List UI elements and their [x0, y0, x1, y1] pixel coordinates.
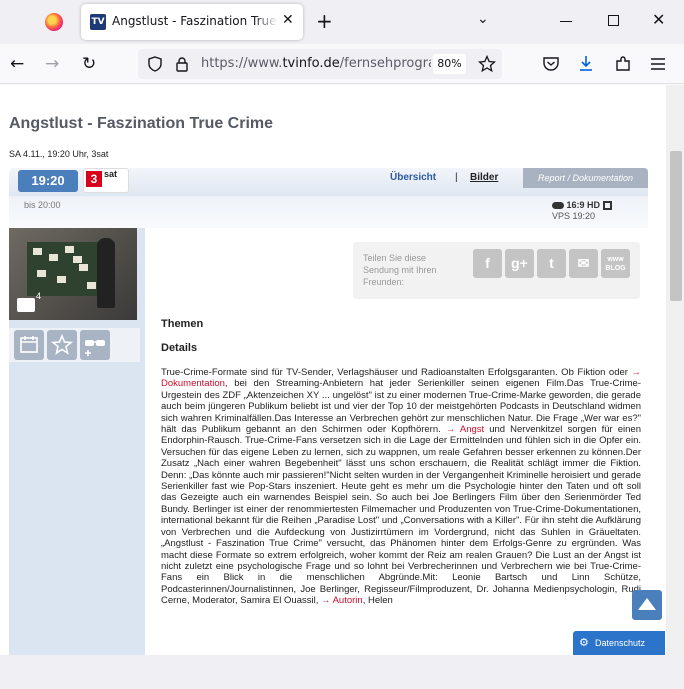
zoom-indicator[interactable]: 80% [433, 54, 466, 74]
maximize-icon[interactable] [608, 15, 619, 26]
program-details: Teilen Sie diese Sendung mit Ihren Freun… [145, 228, 648, 655]
channel-logo[interactable]: 3 sat [83, 168, 129, 193]
back-icon[interactable]: ← [10, 54, 24, 74]
plus-icon[interactable]: + [316, 9, 333, 33]
url-text[interactable]: https://www.tvinfo.de/fernsehprogramm [201, 56, 431, 71]
scroll-thumb[interactable] [670, 151, 682, 301]
share-text: Teilen Sie diese Sendung mit Ihren Freun… [363, 253, 437, 287]
page-scrollbar[interactable] [666, 85, 684, 655]
glasses-add-icon[interactable] [80, 330, 110, 360]
google-plus-icon[interactable]: g+ [505, 249, 534, 278]
navigation-bar: ← → ↻ https://www.tvinfo.de/fernsehprogr… [0, 44, 684, 84]
forward-icon[interactable]: → [45, 54, 59, 74]
shield-icon[interactable] [147, 56, 163, 72]
browser-tab[interactable]: TV Angstlust - Faszination True Crime ✕ [81, 4, 303, 40]
extensions-icon[interactable] [614, 55, 632, 73]
privacy-button[interactable]: ⚙ Datenschutz [573, 631, 665, 655]
lock-icon[interactable] [175, 56, 189, 72]
tab-bar: TV Angstlust - Faszination True Crime ✕ … [0, 0, 684, 44]
share-box: Teilen Sie diese Sendung mit Ihren Freun… [353, 242, 640, 299]
email-icon[interactable]: ✉ [569, 249, 598, 278]
camera-icon[interactable] [17, 298, 35, 312]
details-text: True-Crime-Formate sind für TV-Sender, V… [161, 367, 641, 607]
program-card-subheader: bis 20:00 16:9 HD VPS 19:20 [9, 196, 648, 228]
download-icon[interactable] [577, 54, 595, 74]
broadcast-info: SA 4.11., 19:20 Uhr, 3sat [9, 149, 109, 159]
twitter-icon[interactable]: t [537, 249, 566, 278]
reload-icon[interactable]: ↻ [82, 54, 96, 74]
blog-icon[interactable]: www BLOG [601, 249, 630, 278]
star-icon[interactable] [478, 55, 496, 73]
program-thumbnail[interactable]: 4 [9, 228, 137, 320]
format-text: 16:9 HD [566, 200, 601, 210]
tab-favicon: TV [90, 14, 106, 30]
photo-count: 4 [36, 291, 42, 301]
vps-time: VPS 19:20 [552, 211, 596, 221]
scroll-to-top-button[interactable] [632, 590, 662, 620]
chevron-down-icon[interactable]: ⌄ [477, 11, 489, 27]
page-content: Angstlust - Faszination True Crime SA 4.… [0, 85, 666, 655]
favorite-star-icon[interactable] [47, 330, 77, 360]
tab-overview[interactable]: Übersicht [390, 172, 436, 183]
end-time: bis 20:00 [24, 200, 61, 210]
separator: | [455, 172, 458, 183]
start-time: 19:20 [18, 170, 78, 192]
channel-name: sat [104, 169, 118, 179]
minimize-icon[interactable] [560, 21, 572, 22]
person-silhouette [97, 238, 115, 308]
heading-themen: Themen [161, 318, 204, 330]
window-close-icon[interactable]: ✕ [652, 10, 665, 29]
genre-label: Report / Dokumentation [523, 168, 648, 188]
format-badge: 16:9 HD [552, 200, 612, 211]
page-title: Angstlust - Faszination True Crime [9, 115, 274, 132]
program-card-header: 19:20 3 sat Übersicht | Bilder Report / … [9, 168, 648, 196]
privacy-label: Datenschutz [595, 638, 646, 648]
gear-icon: ⚙ [579, 636, 589, 649]
calendar-icon[interactable] [14, 330, 44, 360]
heading-details: Details [161, 342, 198, 354]
link-autorin[interactable]: → Autorin [321, 595, 363, 606]
url-bar[interactable]: https://www.tvinfo.de/fernsehprogramm 80… [138, 49, 502, 79]
pocket-icon[interactable] [542, 55, 560, 73]
tab-pictures[interactable]: Bilder [470, 172, 498, 183]
tab-title: Angstlust - Faszination True Crime [112, 14, 278, 28]
channel-number: 3 [86, 171, 102, 187]
close-icon[interactable]: ✕ [282, 12, 294, 28]
bottom-bar [0, 655, 684, 689]
menu-icon[interactable] [650, 57, 666, 71]
left-column: 4 [9, 228, 145, 655]
facebook-icon[interactable]: f [473, 249, 502, 278]
firefox-logo-icon[interactable] [45, 13, 63, 31]
link-angst[interactable]: → Angst [446, 424, 484, 435]
url-domain: tvinfo.de [282, 56, 340, 71]
